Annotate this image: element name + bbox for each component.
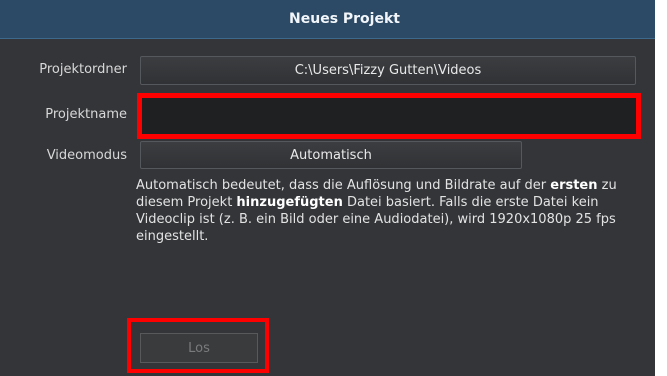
go-button[interactable]: Los [140, 333, 258, 363]
dialog-title-bar: Neues Projekt [0, 0, 655, 39]
project-folder-label: Projektordner [39, 62, 127, 77]
go-button-label: Los [188, 340, 210, 356]
video-mode-description: Automatisch bedeutet, dass die Auflösung… [136, 178, 617, 244]
video-mode-value: Automatisch [290, 147, 372, 163]
project-name-input[interactable] [137, 93, 641, 139]
video-mode-label: Videomodus [46, 148, 127, 163]
project-folder-button[interactable]: C:\Users\Fizzy Gutten\Videos [140, 56, 636, 85]
video-mode-dropdown[interactable]: Automatisch [140, 141, 522, 169]
new-project-dialog: Neues Projekt Projektordner C:\Users\Fiz… [0, 0, 655, 376]
project-name-label: Projektname [45, 107, 127, 122]
dialog-title: Neues Projekt [289, 11, 400, 27]
project-folder-value: C:\Users\Fizzy Gutten\Videos [294, 63, 482, 78]
background-edge [655, 0, 667, 376]
